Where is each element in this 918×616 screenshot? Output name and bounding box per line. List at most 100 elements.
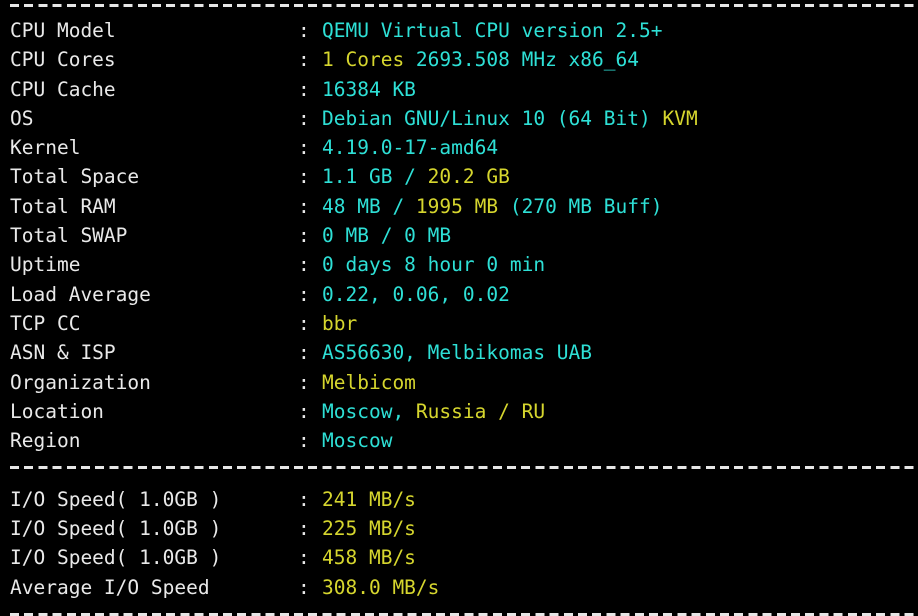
info-row: Region: Moscow xyxy=(10,426,918,455)
info-row-label: CPU Model xyxy=(10,19,116,42)
value-segment: KVM xyxy=(662,106,698,130)
info-row: OS: Debian GNU/Linux 10 (64 Bit) KVM xyxy=(10,104,918,133)
info-row-label: CPU Cache xyxy=(10,77,116,101)
info-row: I/O Speed( 1.0GB ):241 MB/s xyxy=(10,485,918,514)
info-row-colon: : xyxy=(298,399,310,423)
info-row-colon: : xyxy=(298,517,310,541)
info-row: CPU Cache:16384 KB xyxy=(10,75,918,104)
info-row-value: QEMU Virtual CPU version 2.5+ xyxy=(322,16,662,45)
info-row-label: OS xyxy=(10,106,34,130)
value-segment: 225 MB/s xyxy=(322,517,416,541)
value-segment: Moscow, xyxy=(322,399,416,423)
info-row-colon: : xyxy=(298,282,310,306)
value-segment: (270 MB Buff) xyxy=(498,194,663,218)
info-row: ASN & ISP: AS56630, Melbikomas UAB xyxy=(10,338,918,367)
separator-middle xyxy=(10,455,918,484)
info-row: Total Space:1.1 GB / 20.2 GB xyxy=(10,162,918,191)
info-row-label: ASN & ISP xyxy=(10,341,116,365)
info-row-value: 1 Cores 2693.508 MHz x86_64 xyxy=(322,45,639,74)
info-row-label: Total Space xyxy=(10,165,140,189)
info-row-value: 0 days 8 hour 0 min xyxy=(322,250,545,279)
info-row: Total RAM:48 MB / 1995 MB (270 MB Buff) xyxy=(10,192,918,221)
value-segment: 0 days 8 hour 0 min xyxy=(322,253,546,277)
value-segment: Melbicom xyxy=(322,370,416,394)
value-segment: 0 MB / 0 MB xyxy=(322,224,452,248)
info-row-label: Total SWAP xyxy=(10,224,128,248)
info-row: CPU Cores:1 Cores 2693.508 MHz x86_64 xyxy=(10,45,918,74)
info-row-label: Total RAM xyxy=(10,194,116,218)
info-row: Organization: Melbicom xyxy=(10,368,918,397)
value-segment: 458 MB/s xyxy=(322,546,416,570)
value-segment: 1.1 GB / xyxy=(322,165,428,189)
info-row-value: Moscow, Russia / RU xyxy=(322,397,545,426)
info-row-label: Load Average xyxy=(10,282,151,306)
info-row: I/O Speed( 1.0GB ):458 MB/s xyxy=(10,543,918,572)
info-row-label: Location xyxy=(10,399,104,423)
info-row-value: bbr xyxy=(322,309,357,338)
terminal-window[interactable]: CPU Model: QEMU Virtual CPU version 2.5+ C… xyxy=(0,0,918,616)
info-row-label: Uptime xyxy=(10,253,81,277)
info-row-colon: : xyxy=(298,370,310,394)
info-row-colon: : xyxy=(298,165,310,189)
info-row-colon: : xyxy=(298,311,310,335)
value-segment: 20.2 GB xyxy=(427,165,510,189)
value-segment: 16384 KB xyxy=(322,77,416,101)
terminal-output: CPU Model: QEMU Virtual CPU version 2.5+ C… xyxy=(0,0,918,616)
info-row-colon: : xyxy=(298,77,310,101)
separator-top xyxy=(10,0,918,16)
info-row-label: TCP CC xyxy=(10,311,81,335)
value-segment: Russia / RU xyxy=(415,399,546,423)
value-segment: 4.19.0-17-amd64 xyxy=(322,136,499,160)
info-row-colon: : xyxy=(298,106,310,130)
info-row-label: Average I/O Speed xyxy=(10,575,210,599)
info-row-label: CPU Cores xyxy=(10,48,116,72)
info-row: I/O Speed( 1.0GB ):225 MB/s xyxy=(10,514,918,543)
value-segment: 1 Cores xyxy=(322,48,405,72)
info-row-value: Moscow xyxy=(322,426,392,455)
value-segment: AS56630, Melbikomas UAB xyxy=(322,341,593,365)
info-row-value: AS56630, Melbikomas UAB xyxy=(322,338,592,367)
info-row-colon: : xyxy=(298,487,310,511)
info-row-value: 48 MB / 1995 MB (270 MB Buff) xyxy=(322,192,662,221)
value-segment: 2693.508 MHz x86_64 xyxy=(404,48,639,72)
value-segment: 241 MB/s xyxy=(322,487,416,511)
separator-bottom xyxy=(10,602,918,616)
info-row-value: Debian GNU/Linux 10 (64 Bit) KVM xyxy=(322,104,698,133)
info-row: Average I/O Speed:308.0 MB/s xyxy=(10,573,918,602)
info-row-label: Region xyxy=(10,429,81,453)
info-row-value: Melbicom xyxy=(322,368,416,397)
value-segment: 308.0 MB/s xyxy=(322,575,440,599)
info-row: Load Average:0.22, 0.06, 0.02 xyxy=(10,280,918,309)
info-row-colon: : xyxy=(298,341,310,365)
info-row-value: 0.22, 0.06, 0.02 xyxy=(322,280,510,309)
value-segment: 48 MB / xyxy=(322,194,416,218)
info-row: Kernel:4.19.0-17-amd64 xyxy=(10,133,918,162)
io-speed-section: I/O Speed( 1.0GB ):241 MB/s I/O Speed( 1.… xyxy=(10,485,918,602)
value-segment: 1995 MB xyxy=(415,194,499,218)
info-row-label: I/O Speed( 1.0GB ) xyxy=(10,487,222,511)
info-row-colon: : xyxy=(298,19,310,42)
info-row-label: Organization xyxy=(10,370,151,394)
info-row-colon: : xyxy=(298,194,310,218)
info-row-value: 458 MB/s xyxy=(322,543,416,572)
info-row-colon: : xyxy=(298,224,310,248)
value-segment: QEMU Virtual CPU version 2.5+ xyxy=(322,19,663,42)
info-row-label: I/O Speed( 1.0GB ) xyxy=(10,517,222,541)
info-row-colon: : xyxy=(298,546,310,570)
info-row: CPU Model: QEMU Virtual CPU version 2.5+ xyxy=(10,16,918,45)
info-row-colon: : xyxy=(298,48,310,72)
info-row: Uptime:0 days 8 hour 0 min xyxy=(10,250,918,279)
value-segment: 0.22, 0.06, 0.02 xyxy=(322,282,510,306)
info-row-value: 16384 KB xyxy=(322,75,416,104)
info-row-value: 1.1 GB / 20.2 GB xyxy=(322,162,510,191)
info-row: Total SWAP:0 MB / 0 MB xyxy=(10,221,918,250)
dashed-rule xyxy=(10,466,918,470)
info-row-label: I/O Speed( 1.0GB ) xyxy=(10,546,222,570)
info-row-colon: : xyxy=(298,253,310,277)
info-row-label: Kernel xyxy=(10,136,81,160)
system-info-section: CPU Model: QEMU Virtual CPU version 2.5+ C… xyxy=(10,16,918,455)
info-row: Location: Moscow, Russia / RU xyxy=(10,397,918,426)
info-row-colon: : xyxy=(298,429,310,453)
dashed-rule xyxy=(10,4,918,7)
value-segment: bbr xyxy=(322,311,358,335)
